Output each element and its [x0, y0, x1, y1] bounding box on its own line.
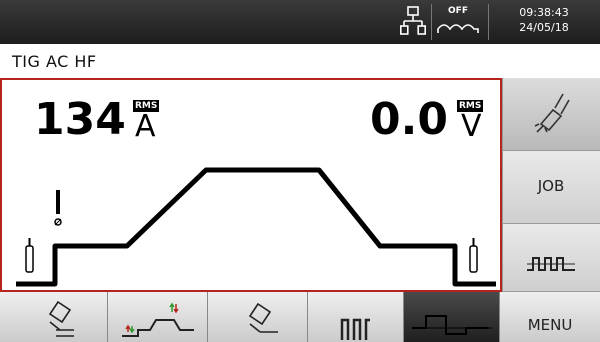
status-bar: OFF 09:38:43 24/05/18 [0, 0, 600, 44]
torch-settings-button[interactable] [502, 78, 600, 151]
tab-torch-trigger[interactable] [0, 292, 108, 342]
water-wave-icon [437, 24, 479, 33]
tab-torch[interactable] [208, 292, 308, 342]
cooling-status: OFF [434, 4, 482, 40]
torch-spatter-icon [534, 93, 570, 133]
cooling-off-label: OFF [448, 6, 468, 16]
tab-pulse[interactable] [308, 292, 404, 342]
current-value: 134 [34, 94, 126, 145]
voltage-value: 0.0 [370, 94, 448, 145]
weld-cycle-graph [16, 167, 496, 287]
job-label: JOB [537, 177, 565, 195]
voltage-unit: V [461, 109, 482, 144]
up-down-slope-icon [122, 302, 194, 337]
status-divider [431, 4, 432, 40]
clock: 09:38:43 24/05/18 [494, 5, 594, 35]
ac-wave-icon [412, 315, 492, 335]
process-bar: TIG AC HF [0, 44, 600, 78]
tab-ac-mode[interactable] [404, 292, 500, 342]
process-label: TIG AC HF [12, 52, 97, 71]
clock-date: 24/05/18 [519, 21, 569, 34]
menu-label: MENU [527, 316, 573, 334]
pulse-icon [340, 318, 370, 340]
menu-button[interactable]: MENU [500, 292, 600, 342]
status-divider [488, 4, 489, 40]
current-unit: A [135, 109, 156, 144]
hf-start-icon [54, 190, 62, 226]
torch-trigger-icon [48, 300, 74, 337]
network-icon [400, 6, 426, 35]
welding-cycle-panel[interactable]: 134 RMS A 0.0 RMS V [0, 78, 502, 292]
torch-icon [248, 302, 278, 333]
pre-gas-icon [25, 238, 34, 273]
cycle-curve [16, 167, 496, 287]
job-button[interactable]: JOB [502, 151, 600, 224]
ac-square-wave-icon [527, 257, 575, 271]
clock-time: 09:38:43 [519, 6, 569, 19]
bottom-toolbar: MENU [0, 292, 600, 342]
tab-slope[interactable] [108, 292, 208, 342]
ac-waveform-button[interactable] [502, 224, 600, 292]
welder-display: OFF 09:38:43 24/05/18 TIG AC HF 134 RMS … [0, 0, 600, 342]
post-gas-icon [469, 238, 478, 273]
